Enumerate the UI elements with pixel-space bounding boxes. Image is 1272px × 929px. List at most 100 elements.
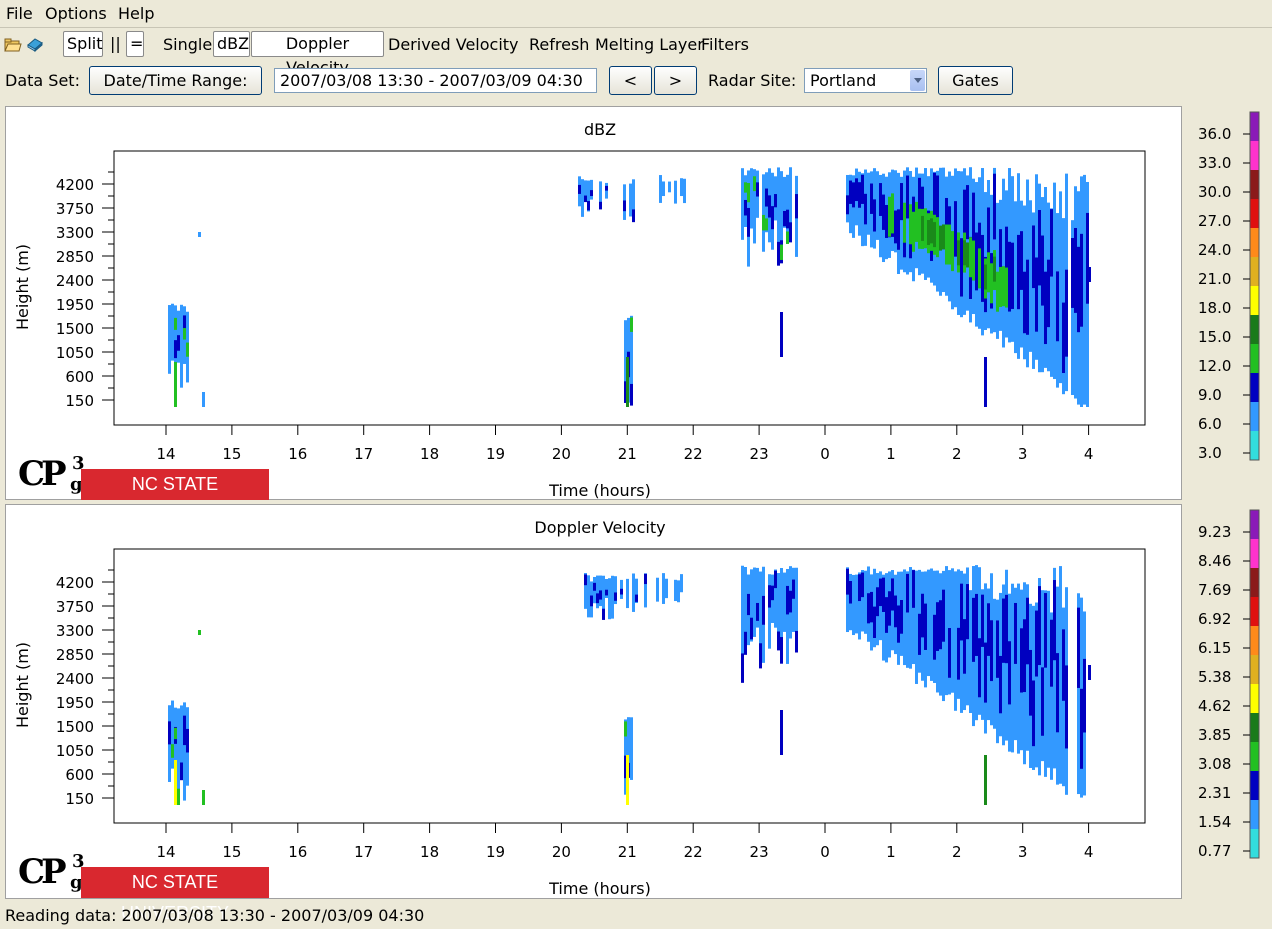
date-time-range-button[interactable]: Date/Time Range: [89, 66, 262, 95]
date-range-field[interactable]: 2007/03/08 13:30 - 2007/03/09 04:30 [274, 68, 597, 93]
legend-swatch [1250, 170, 1259, 199]
ncsu-logo: NC STATE UNIVERSITY [81, 469, 269, 525]
legend-swatch [1250, 228, 1259, 257]
x-tick-label: 4 [1084, 843, 1094, 861]
x-tick-label: 14 [156, 445, 175, 463]
legend-label: 1.54 [1198, 813, 1231, 831]
legend-label: 21.0 [1198, 270, 1231, 288]
legend-swatch [1250, 713, 1259, 742]
x-tick-label: 16 [288, 445, 307, 463]
dbz-toggle[interactable]: dBZ [213, 31, 250, 57]
legend-label: 12.0 [1198, 357, 1231, 375]
x-tick-label: 2 [952, 445, 962, 463]
legend-label: 8.46 [1198, 552, 1231, 570]
menu-options[interactable]: Options [45, 4, 107, 23]
melting-layer-button[interactable]: Melting Layer [595, 35, 704, 54]
legend-swatch [1250, 800, 1259, 829]
x-tick-label: 0 [820, 843, 830, 861]
legend-label: 6.0 [1198, 415, 1222, 433]
x-tick-label: 19 [486, 445, 505, 463]
x-axis-label: Time (hours) [548, 481, 651, 499]
legend-label: 36.0 [1198, 125, 1231, 143]
open-folder-icon[interactable] [4, 36, 22, 54]
y-tick-label: 1500 [56, 718, 94, 736]
y-axis-label: Height (m) [13, 642, 32, 728]
legend-label: 0.77 [1198, 842, 1231, 860]
legend-label: 33.0 [1198, 154, 1231, 172]
y-tick-label: 600 [65, 368, 94, 386]
legend-label: 27.0 [1198, 212, 1231, 230]
x-tick-label: 15 [222, 445, 241, 463]
legend-label: 9.0 [1198, 386, 1222, 404]
legend-swatch [1250, 315, 1259, 344]
save-book-icon[interactable] [26, 35, 44, 53]
legend-swatch [1250, 431, 1259, 460]
legend-swatch [1250, 402, 1259, 431]
radar-site-select[interactable]: Portland [804, 68, 927, 93]
doppler-panel: Doppler Velocity 4200 3750 3300 2850 2400 1950… [5, 504, 1182, 899]
x-tick-label: 17 [354, 843, 373, 861]
derived-velocity-button[interactable]: Derived Velocity [388, 35, 519, 54]
x-tick-label: 4 [1084, 445, 1094, 463]
cp3g-logo-2: CP 3 g [18, 851, 85, 893]
gates-button[interactable]: Gates [938, 66, 1013, 95]
legend-swatch [1250, 771, 1259, 800]
split-button[interactable]: Split [63, 31, 103, 57]
next-button[interactable]: > [654, 66, 697, 95]
legend-label: 4.62 [1198, 697, 1231, 715]
legend-swatch [1250, 742, 1259, 771]
cp3g-logo: CP 3 g [18, 453, 85, 495]
x-tick-label: 21 [618, 445, 637, 463]
dbz-panel: dBZ 4200 3750 3300 2850 2400 1950 1500 1050 600 15… [5, 106, 1182, 500]
dbz-chart: dBZ4200375033002850240019501500105060015… [13, 120, 1146, 500]
filters-button[interactable]: Filters [701, 35, 749, 54]
menu-help[interactable]: Help [118, 4, 154, 23]
doppler-chart: Doppler Velocity420037503300285024001950… [13, 518, 1146, 898]
legend-swatch [1250, 141, 1259, 170]
legend-label: 3.08 [1198, 755, 1231, 773]
menu-file[interactable]: File [6, 4, 33, 23]
legend-label: 18.0 [1198, 299, 1231, 317]
x-tick-label: 15 [222, 843, 241, 861]
legend-swatch [1250, 344, 1259, 373]
legend-label: 7.69 [1198, 581, 1231, 599]
y-tick-label: 4200 [56, 176, 94, 194]
doppler-velocity-toggle[interactable]: Doppler Velocity [251, 31, 384, 77]
chart-title: dBZ [584, 120, 616, 139]
legend-label: 30.0 [1198, 183, 1231, 201]
y-tick-label: 2850 [56, 646, 94, 664]
y-tick-label: 3300 [56, 224, 94, 242]
refresh-button[interactable]: Refresh [529, 35, 589, 54]
legend-label: 2.31 [1198, 784, 1231, 802]
chevron-down-icon[interactable] [910, 70, 925, 91]
x-tick-label: 3 [1018, 843, 1028, 861]
legend-label: 3.0 [1198, 444, 1222, 462]
legend-swatch [1250, 684, 1259, 713]
x-tick-label: 18 [420, 445, 439, 463]
y-tick-label: 600 [65, 766, 94, 784]
legend-label: 6.92 [1198, 610, 1231, 628]
legend-swatch [1250, 199, 1259, 228]
x-tick-label: 23 [750, 445, 769, 463]
legend-label: 5.38 [1198, 668, 1231, 686]
single-button[interactable]: Single [163, 35, 212, 54]
menu-divider [0, 27, 1272, 28]
y-tick-label: 1050 [56, 742, 94, 760]
x-axis-label: Time (hours) [548, 879, 651, 898]
x-tick-label: 22 [684, 445, 703, 463]
legend-swatch [1250, 257, 1259, 286]
y-tick-label: 3750 [56, 598, 94, 616]
previous-button[interactable]: < [609, 66, 652, 95]
legend-swatch [1250, 626, 1259, 655]
x-tick-label: 18 [420, 843, 439, 861]
legend-label: 24.0 [1198, 241, 1231, 259]
y-tick-label: 1500 [56, 320, 94, 338]
x-tick-label: 1 [886, 445, 896, 463]
parallel-button[interactable]: || [106, 31, 124, 57]
radar-site-value: Portland [810, 71, 877, 90]
legend-swatch [1250, 373, 1259, 402]
x-tick-label: 14 [156, 843, 175, 861]
x-tick-label: 1 [886, 843, 896, 861]
equal-button[interactable]: = [126, 31, 144, 57]
legend-swatch [1250, 510, 1259, 539]
